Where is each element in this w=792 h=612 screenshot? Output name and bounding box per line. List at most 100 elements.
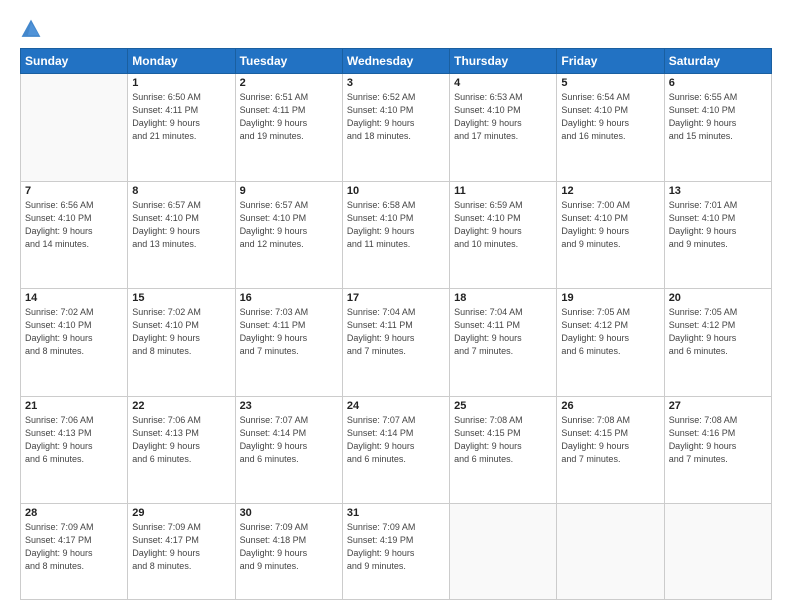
day-info: Sunrise: 6:59 AM Sunset: 4:10 PM Dayligh… — [454, 199, 552, 251]
day-number: 16 — [240, 292, 338, 304]
day-info: Sunrise: 6:53 AM Sunset: 4:10 PM Dayligh… — [454, 91, 552, 143]
day-number: 27 — [669, 400, 767, 412]
calendar-day-cell: 3Sunrise: 6:52 AM Sunset: 4:10 PM Daylig… — [342, 74, 449, 182]
day-number: 29 — [132, 507, 230, 519]
calendar-day-cell: 8 Sunrise: 6:57 AM Sunset: 4:10 PM Daylig… — [128, 181, 235, 289]
calendar-day-cell: 26 Sunrise: 7:08 AM Sunset: 4:15 PM Dayli… — [557, 396, 664, 504]
day-info: Sunrise: 7:07 AM Sunset: 4:14 PM Dayligh… — [240, 414, 338, 466]
calendar-day-cell: 22Sunrise: 7:06 AM Sunset: 4:13 PM Dayli… — [128, 396, 235, 504]
calendar-day-cell: 16 Sunrise: 7:03 AM Sunset: 4:11 PM Dayli… — [235, 289, 342, 397]
day-number: 2 — [240, 77, 338, 89]
day-number: 28 — [25, 507, 123, 519]
day-info: Sunrise: 6:57 AM Sunset: 4:10 PM Dayligh… — [240, 199, 338, 251]
day-number: 15 — [132, 292, 230, 304]
calendar-day-cell: 7Sunrise: 6:56 AM Sunset: 4:10 PM Daylig… — [21, 181, 128, 289]
day-number: 7 — [25, 185, 123, 197]
day-number: 20 — [669, 292, 767, 304]
day-info: Sunrise: 7:06 AM Sunset: 4:13 PM Dayligh… — [132, 414, 230, 466]
calendar-day-header: Monday — [128, 49, 235, 74]
day-info: Sunrise: 7:02 AM Sunset: 4:10 PM Dayligh… — [132, 306, 230, 358]
calendar-day-cell: 13Sunrise: 7:01 AM Sunset: 4:10 PM Dayli… — [664, 181, 771, 289]
calendar-day-cell: 12 Sunrise: 7:00 AM Sunset: 4:10 PM Dayli… — [557, 181, 664, 289]
day-number: 24 — [347, 400, 445, 412]
day-info: Sunrise: 6:54 AM Sunset: 4:10 PM Dayligh… — [561, 91, 659, 143]
calendar-day-cell: 27 Sunrise: 7:08 AM Sunset: 4:16 PM Dayli… — [664, 396, 771, 504]
day-info: Sunrise: 7:04 AM Sunset: 4:11 PM Dayligh… — [454, 306, 552, 358]
day-info: Sunrise: 7:04 AM Sunset: 4:11 PM Dayligh… — [347, 306, 445, 358]
calendar-day-cell: 18 Sunrise: 7:04 AM Sunset: 4:11 PM Dayli… — [450, 289, 557, 397]
calendar-day-cell: 2 Sunrise: 6:51 AM Sunset: 4:11 PM Daylig… — [235, 74, 342, 182]
calendar-header-row: SundayMondayTuesdayWednesdayThursdayFrid… — [21, 49, 772, 74]
day-number: 19 — [561, 292, 659, 304]
day-number: 8 — [132, 185, 230, 197]
day-number: 17 — [347, 292, 445, 304]
day-number: 4 — [454, 77, 552, 89]
calendar-day-cell: 5 Sunrise: 6:54 AM Sunset: 4:10 PM Daylig… — [557, 74, 664, 182]
day-info: Sunrise: 7:09 AM Sunset: 4:17 PM Dayligh… — [132, 521, 230, 573]
day-number: 21 — [25, 400, 123, 412]
day-number: 6 — [669, 77, 767, 89]
day-info: Sunrise: 6:55 AM Sunset: 4:10 PM Dayligh… — [669, 91, 767, 143]
day-info: Sunrise: 7:08 AM Sunset: 4:15 PM Dayligh… — [561, 414, 659, 466]
day-number: 18 — [454, 292, 552, 304]
calendar-day-cell: 31 Sunrise: 7:09 AM Sunset: 4:19 PM Dayli… — [342, 504, 449, 600]
calendar-day-cell — [557, 504, 664, 600]
calendar-day-cell: 1Sunrise: 6:50 AM Sunset: 4:11 PM Daylig… — [128, 74, 235, 182]
calendar-day-cell: 19 Sunrise: 7:05 AM Sunset: 4:12 PM Dayli… — [557, 289, 664, 397]
day-info: Sunrise: 7:08 AM Sunset: 4:15 PM Dayligh… — [454, 414, 552, 466]
calendar-day-cell: 14Sunrise: 7:02 AM Sunset: 4:10 PM Dayli… — [21, 289, 128, 397]
day-number: 11 — [454, 185, 552, 197]
day-number: 31 — [347, 507, 445, 519]
day-number: 23 — [240, 400, 338, 412]
day-info: Sunrise: 6:51 AM Sunset: 4:11 PM Dayligh… — [240, 91, 338, 143]
calendar-day-cell — [450, 504, 557, 600]
calendar-day-cell: 20 Sunrise: 7:05 AM Sunset: 4:12 PM Dayli… — [664, 289, 771, 397]
day-number: 9 — [240, 185, 338, 197]
calendar-table: SundayMondayTuesdayWednesdayThursdayFrid… — [20, 48, 772, 600]
calendar-day-cell: 15 Sunrise: 7:02 AM Sunset: 4:10 PM Dayli… — [128, 289, 235, 397]
calendar-day-cell: 11 Sunrise: 6:59 AM Sunset: 4:10 PM Dayli… — [450, 181, 557, 289]
calendar-day-cell: 23 Sunrise: 7:07 AM Sunset: 4:14 PM Dayli… — [235, 396, 342, 504]
calendar-day-cell: 4 Sunrise: 6:53 AM Sunset: 4:10 PM Daylig… — [450, 74, 557, 182]
page: SundayMondayTuesdayWednesdayThursdayFrid… — [0, 0, 792, 612]
day-info: Sunrise: 6:50 AM Sunset: 4:11 PM Dayligh… — [132, 91, 230, 143]
header — [20, 18, 772, 40]
day-number: 12 — [561, 185, 659, 197]
calendar-day-cell: 28Sunrise: 7:09 AM Sunset: 4:17 PM Dayli… — [21, 504, 128, 600]
day-info: Sunrise: 7:09 AM Sunset: 4:18 PM Dayligh… — [240, 521, 338, 573]
day-info: Sunrise: 7:00 AM Sunset: 4:10 PM Dayligh… — [561, 199, 659, 251]
day-info: Sunrise: 6:58 AM Sunset: 4:10 PM Dayligh… — [347, 199, 445, 251]
day-info: Sunrise: 7:06 AM Sunset: 4:13 PM Dayligh… — [25, 414, 123, 466]
day-number: 25 — [454, 400, 552, 412]
calendar-day-header: Wednesday — [342, 49, 449, 74]
day-number: 30 — [240, 507, 338, 519]
calendar-week-row: 28 Sunrise: 7:09 AM Sunset: 4:17 PM Dayli… — [21, 504, 772, 600]
calendar-week-row: 14Sunrise: 7:02 AM Sunset: 4:10 PM Dayli… — [21, 289, 772, 397]
day-info: Sunrise: 7:03 AM Sunset: 4:11 PM Dayligh… — [240, 306, 338, 358]
calendar-day-cell: 30 Sunrise: 7:09 AM Sunset: 4:18 PM Dayli… — [235, 504, 342, 600]
calendar-day-cell: 9 Sunrise: 6:57 AM Sunset: 4:10 PM Daylig… — [235, 181, 342, 289]
calendar-week-row: 7Sunrise: 6:56 AM Sunset: 4:10 PM Daylig… — [21, 181, 772, 289]
day-info: Sunrise: 7:09 AM Sunset: 4:19 PM Dayligh… — [347, 521, 445, 573]
calendar-week-row: 1Sunrise: 6:50 AM Sunset: 4:11 PM Daylig… — [21, 74, 772, 182]
day-number: 5 — [561, 77, 659, 89]
day-number: 13 — [669, 185, 767, 197]
day-info: Sunrise: 7:08 AM Sunset: 4:16 PM Dayligh… — [669, 414, 767, 466]
day-info: Sunrise: 6:57 AM Sunset: 4:10 PM Dayligh… — [132, 199, 230, 251]
day-info: Sunrise: 7:05 AM Sunset: 4:12 PM Dayligh… — [561, 306, 659, 358]
calendar-day-cell: 25 Sunrise: 7:08 AM Sunset: 4:15 PM Dayli… — [450, 396, 557, 504]
logo-icon — [20, 18, 42, 40]
calendar-day-header: Thursday — [450, 49, 557, 74]
day-number: 26 — [561, 400, 659, 412]
calendar-day-cell: 10 Sunrise: 6:58 AM Sunset: 4:10 PM Dayli… — [342, 181, 449, 289]
calendar-day-cell: 17 Sunrise: 7:04 AM Sunset: 4:11 PM Dayli… — [342, 289, 449, 397]
day-info: Sunrise: 7:05 AM Sunset: 4:12 PM Dayligh… — [669, 306, 767, 358]
calendar-day-header: Friday — [557, 49, 664, 74]
calendar-week-row: 21 Sunrise: 7:06 AM Sunset: 4:13 PM Dayli… — [21, 396, 772, 504]
calendar-day-header: Saturday — [664, 49, 771, 74]
calendar-day-cell — [21, 74, 128, 182]
calendar-day-cell: 29 Sunrise: 7:09 AM Sunset: 4:17 PM Dayli… — [128, 504, 235, 600]
logo — [20, 18, 44, 40]
day-number: 10 — [347, 185, 445, 197]
day-info: Sunrise: 7:02 AM Sunset: 4:10 PM Dayligh… — [25, 306, 123, 358]
